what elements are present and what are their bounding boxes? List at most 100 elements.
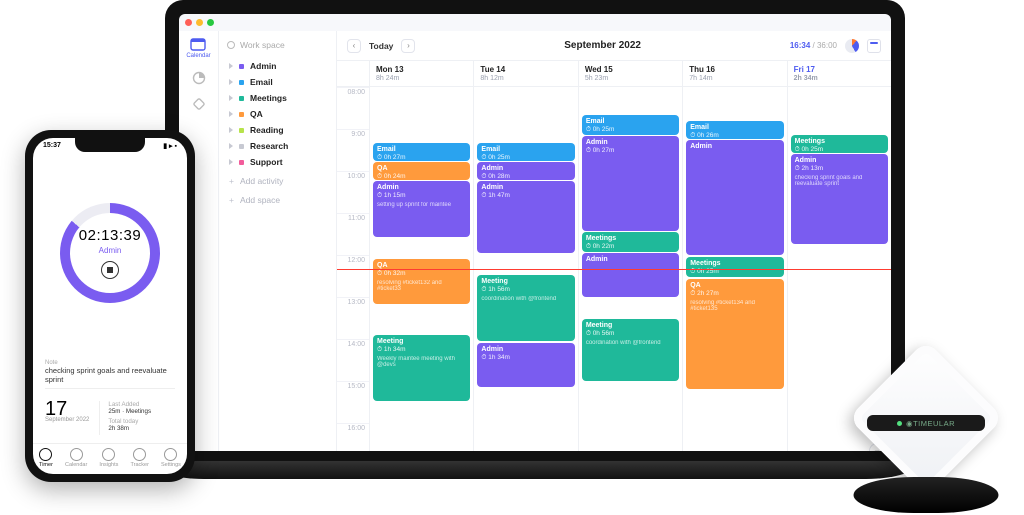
note-section[interactable]: Note checking sprint goals and reevaluat…	[33, 356, 187, 393]
window-controls[interactable]	[179, 14, 891, 31]
nav-calendar[interactable]: Calendar	[186, 37, 210, 59]
time-label: 10:00	[337, 171, 369, 213]
color-dot	[239, 128, 244, 133]
sidebar-item-email[interactable]: Email	[227, 74, 328, 90]
day-hours: 5h 23m	[585, 75, 676, 82]
phone-screen: 15:37 ▮ ▸ ▪ 02:13:39 Admin Note checking…	[33, 138, 187, 474]
event-title: Meetings	[795, 138, 884, 146]
day-header[interactable]: Tue 148h 12m	[473, 61, 577, 86]
sidebar-item-admin[interactable]: Admin	[227, 58, 328, 74]
tab-label: Insights	[99, 462, 118, 468]
stop-icon	[107, 267, 113, 273]
event-duration: ⏱ 1h 56m	[481, 286, 570, 293]
event-note: coordination with @frontend	[586, 340, 675, 347]
sidebar-item-label: Meetings	[250, 93, 287, 103]
calendar-event[interactable]: Meeting⏱ 1h 34mWeekly maintee meeting wi…	[373, 335, 470, 401]
calendar-event[interactable]: Admin⏱ 1h 15msetting up sprint for maint…	[373, 181, 470, 237]
stop-button[interactable]	[101, 261, 119, 279]
calendar-event[interactable]: Email⏱ 0h 27m	[373, 143, 470, 161]
calendar-event[interactable]: Meeting⏱ 0h 56mcoordination with @fronte…	[582, 319, 679, 381]
nav-tracker[interactable]	[191, 97, 207, 111]
add-space[interactable]: +Add space	[227, 192, 328, 208]
timer-activity[interactable]: Admin	[99, 246, 122, 255]
event-duration: ⏱ 0h 28m	[481, 173, 570, 180]
event-duration: ⏱ 0h 27m	[377, 154, 466, 161]
day-header[interactable]: Thu 167h 14m	[682, 61, 786, 86]
tab-insights[interactable]: Insights	[99, 448, 118, 468]
tab-tracker[interactable]: Tracker	[130, 448, 148, 468]
calendar-event[interactable]: Meetings⏱ 0h 25m	[791, 135, 888, 153]
event-duration: ⏱ 2h 27m	[690, 290, 779, 297]
phone-mockup: 15:37 ▮ ▸ ▪ 02:13:39 Admin Note checking…	[25, 130, 195, 482]
sidebar: Work space Admin Email Meetings QA Reading Re…	[219, 31, 337, 451]
calendar-event[interactable]: Meetings⏱ 0h 25m	[686, 257, 783, 277]
sidebar-item-research[interactable]: Research	[227, 138, 328, 154]
sidebar-item-label: Reading	[250, 125, 284, 135]
event-duration: ⏱ 1h 34m	[377, 346, 466, 353]
calendar-event[interactable]: Email⏱ 0h 25m	[582, 115, 679, 135]
calendar-event[interactable]: Email⏱ 0h 26m	[686, 121, 783, 139]
workspace-header[interactable]: Work space	[227, 37, 328, 55]
sidebar-item-label: Support	[250, 157, 283, 167]
color-dot	[239, 96, 244, 101]
tab-timer[interactable]: Timer	[39, 448, 53, 468]
note-input[interactable]: checking sprint goals and reevaluate spr…	[45, 366, 175, 389]
calendar-event[interactable]: Admin⏱ 0h 27m	[582, 136, 679, 231]
calendar-event[interactable]: Admin⏱ 1h 47m	[477, 181, 574, 253]
last-added-label: Last Added	[108, 401, 151, 408]
calendar-event[interactable]: Admin⏱ 2h 13mchecking sprint goals and r…	[791, 154, 888, 244]
event-duration: ⏱ 0h 26m	[690, 132, 779, 139]
tracked-total: 36:00	[817, 41, 837, 50]
calendar-event[interactable]: Admin	[686, 140, 783, 255]
sidebar-item-label: Email	[250, 77, 273, 87]
sidebar-item-support[interactable]: Support	[227, 154, 328, 170]
tracked-pie-icon[interactable]	[845, 39, 859, 53]
maximize-icon[interactable]	[207, 19, 214, 26]
datepicker-icon[interactable]	[867, 39, 881, 53]
calendar-event[interactable]: QA⏱ 0h 24m	[373, 162, 470, 180]
gear-icon	[227, 41, 235, 49]
calendar-event[interactable]: Meeting⏱ 1h 56mcoordination with @fronte…	[477, 275, 574, 341]
day-label: Thu 16	[689, 65, 780, 74]
tab-calendar[interactable]: Calendar	[65, 448, 87, 468]
day-header[interactable]: Fri 172h 34m	[787, 61, 891, 86]
sidebar-item-meetings[interactable]: Meetings	[227, 90, 328, 106]
calendar-event[interactable]: Admin	[582, 253, 679, 297]
tab-settings[interactable]: Settings	[161, 448, 181, 468]
status-icons: ▮ ▸ ▪	[163, 142, 177, 150]
piechart-icon	[191, 71, 207, 85]
timer-widget: 02:13:39 Admin	[33, 150, 187, 356]
day-header[interactable]: Mon 138h 24m	[369, 61, 473, 86]
event-title: Admin	[481, 165, 570, 173]
calendar-event[interactable]: QA⏱ 2h 27mresolving #ticket134 and #tick…	[686, 279, 783, 389]
calendar-event[interactable]: QA⏱ 0h 32mresolving #ticket132 and #tick…	[373, 259, 470, 304]
topbar: ‹ Today › September 2022 16:34 / 36:00	[337, 31, 891, 61]
device-brand: TIMEULAR	[913, 419, 955, 428]
sidebar-item-label: Research	[250, 141, 288, 151]
sidebar-item-reading[interactable]: Reading	[227, 122, 328, 138]
event-title: Email	[377, 146, 466, 154]
close-icon[interactable]	[185, 19, 192, 26]
sidebar-item-qa[interactable]: QA	[227, 106, 328, 122]
calendar-event[interactable]: Admin⏱ 1h 34m	[477, 343, 574, 387]
tracker-device: ◉ TIMEULAR	[846, 323, 1006, 513]
next-button[interactable]: ›	[401, 39, 415, 53]
calendar-grid[interactable]: 08:009:0010:0011:0012:0013:0014:0015:001…	[337, 87, 891, 451]
prev-button[interactable]: ‹	[347, 39, 361, 53]
calendar-event[interactable]: Admin⏱ 0h 28m	[477, 162, 574, 180]
day-header[interactable]: Wed 155h 23m	[578, 61, 682, 86]
day-hours: 8h 24m	[376, 75, 467, 82]
nav-reports[interactable]	[191, 71, 207, 85]
sidebar-item-label: Admin	[250, 61, 276, 71]
add-space-label: Add space	[240, 195, 280, 205]
event-duration: ⏱ 1h 15m	[377, 192, 466, 199]
sidebar-item-label: QA	[250, 109, 263, 119]
day-hours: 8h 12m	[480, 75, 571, 82]
calendar-event[interactable]: Meetings⏱ 0h 22m	[582, 232, 679, 252]
add-activity[interactable]: +Add activity	[227, 173, 328, 189]
calendar-event[interactable]: Email⏱ 0h 25m	[477, 143, 574, 161]
day-label: Wed 15	[585, 65, 676, 74]
day-headers: Mon 138h 24mTue 148h 12mWed 155h 23mThu …	[337, 61, 891, 87]
today-button[interactable]: Today	[369, 41, 393, 51]
minimize-icon[interactable]	[196, 19, 203, 26]
